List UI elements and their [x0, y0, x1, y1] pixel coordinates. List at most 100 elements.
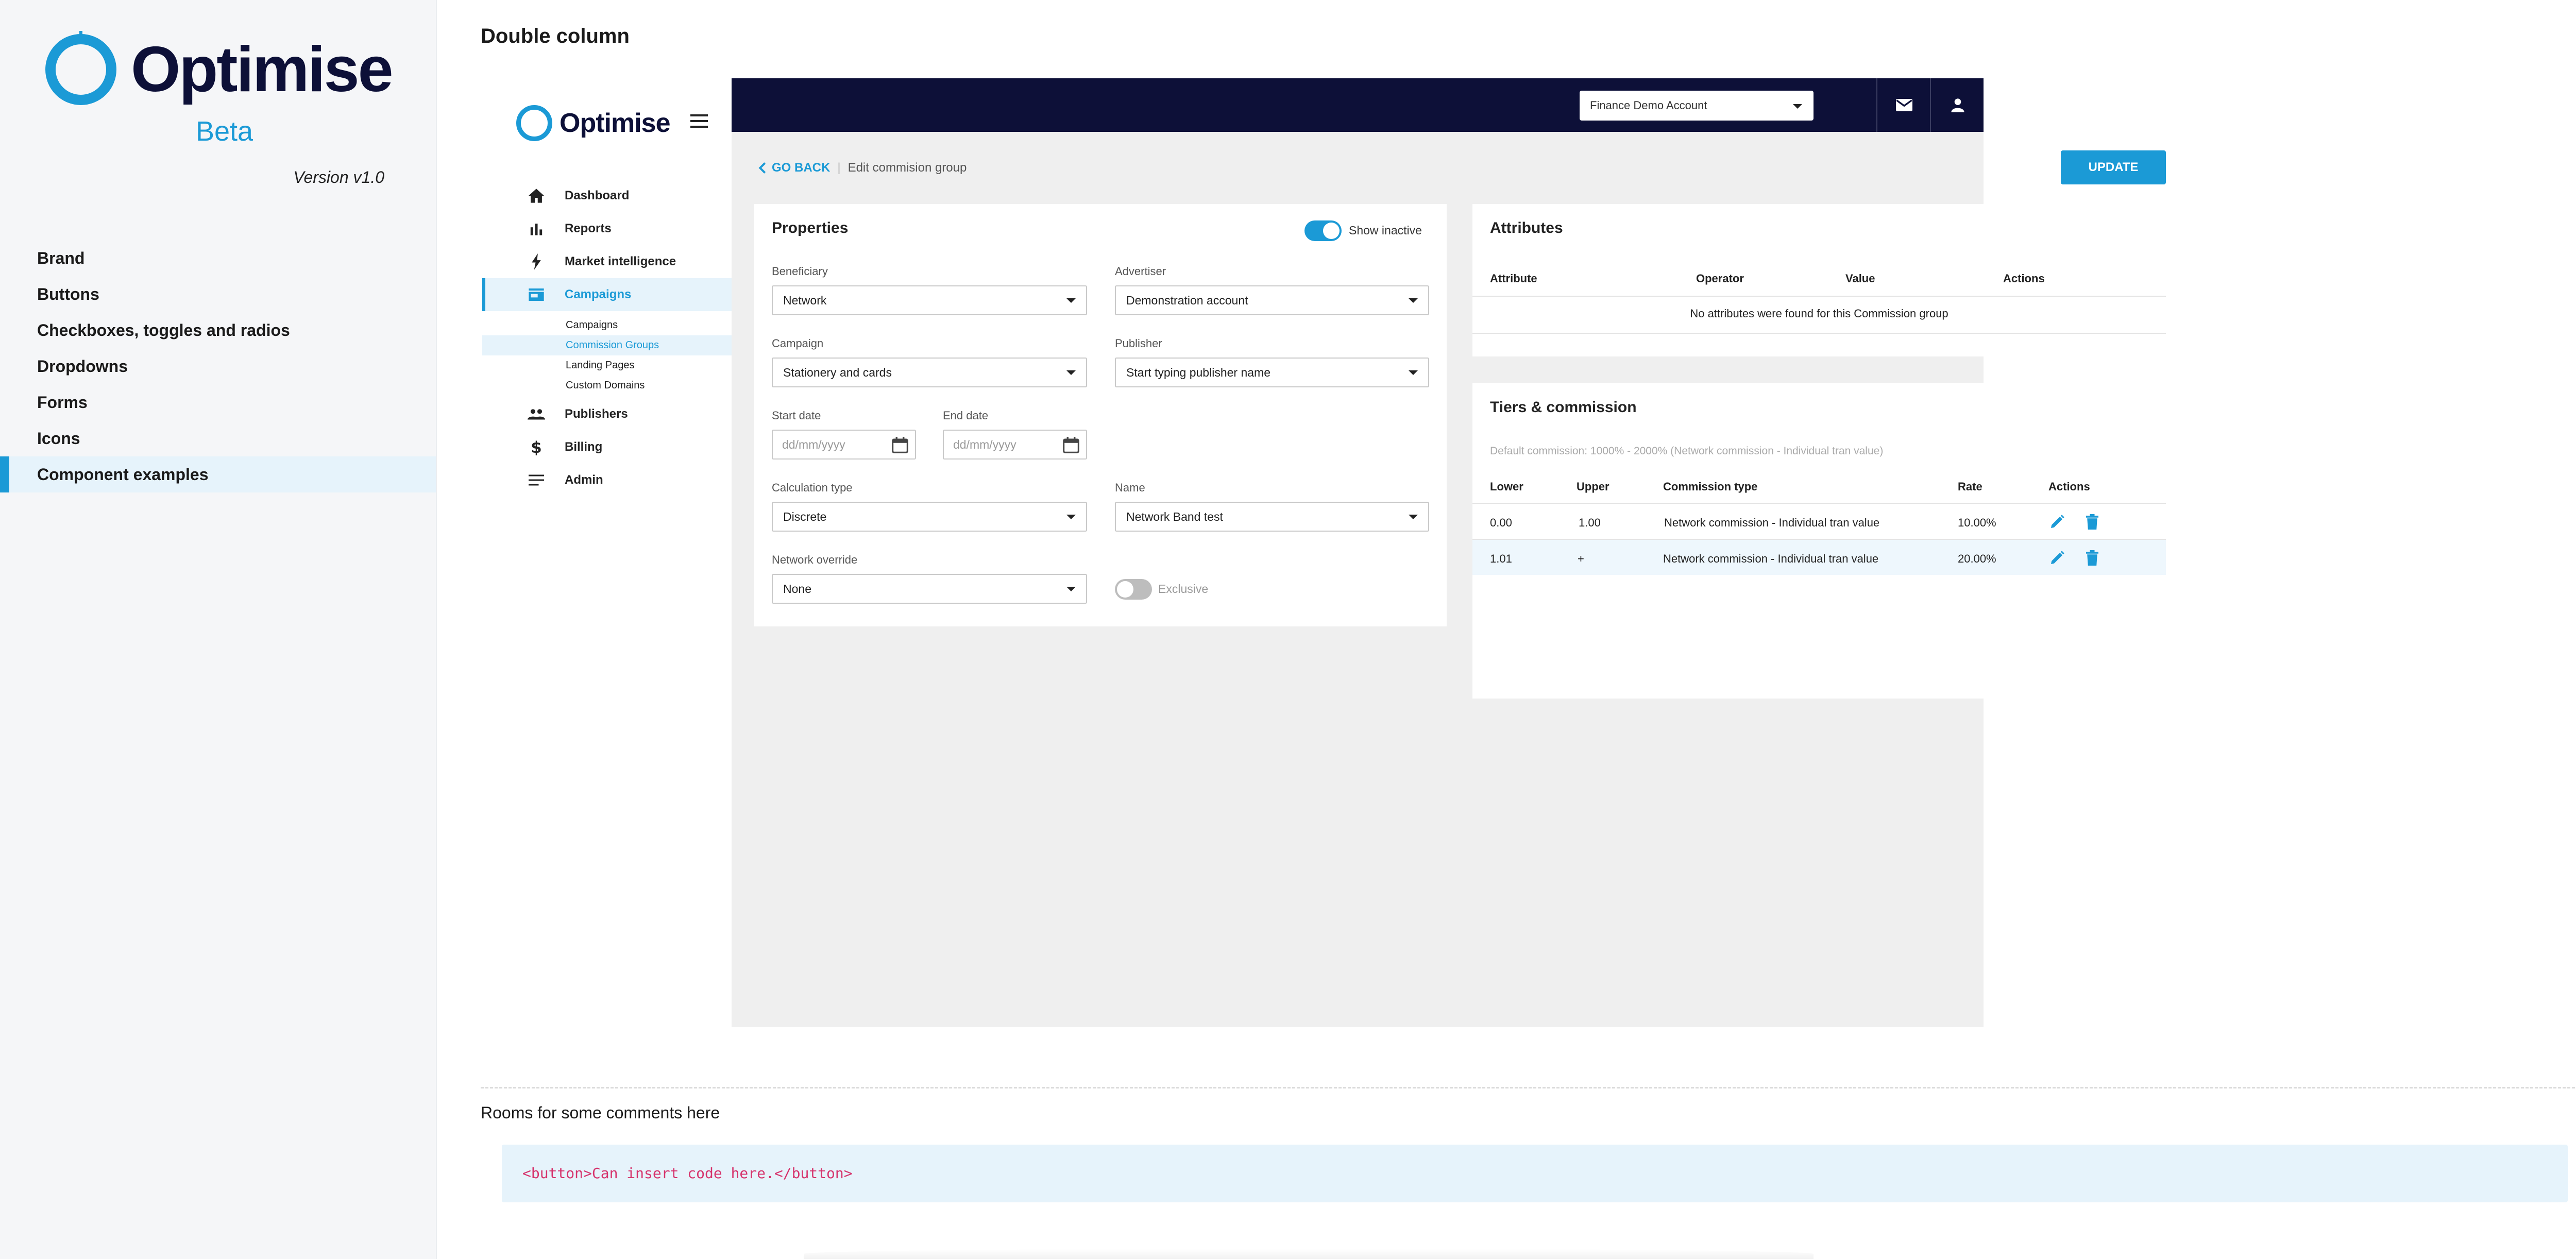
tier-upper: 1.00: [1579, 516, 1601, 529]
subnav-landing-pages[interactable]: Landing Pages: [482, 355, 732, 376]
properties-title: Properties: [772, 219, 849, 236]
edit-icon[interactable]: [2049, 514, 2065, 530]
version-label: Version v1.0: [293, 168, 384, 186]
home-icon: [528, 187, 545, 205]
end-date-input[interactable]: dd/mm/yyyy: [943, 430, 1087, 460]
advertiser-label: Advertiser: [1115, 265, 1166, 278]
nav-campaigns-label: Campaigns: [565, 287, 632, 301]
nav-reports[interactable]: Reports: [482, 212, 732, 245]
sg-nav-checkboxes[interactable]: Checkboxes, toggles and radios: [0, 312, 436, 348]
attributes-empty-message: No attributes were found for this Commis…: [1690, 307, 1948, 320]
tier-header-lower: Lower: [1490, 480, 1523, 493]
name-select[interactable]: Network Band test: [1115, 502, 1429, 532]
tier-header-rate: Rate: [1958, 480, 1982, 493]
sg-nav-icons[interactable]: Icons: [0, 420, 436, 456]
table-row: 1.01 + Network commission - Individual t…: [1472, 540, 2166, 575]
nav-billing[interactable]: $ Billing: [482, 431, 732, 464]
styleguide-logo: Optimise: [45, 34, 394, 105]
styleguide-logo-text: Optimise: [131, 34, 394, 105]
publisher-label: Publisher: [1115, 337, 1162, 350]
sg-nav-buttons[interactable]: Buttons: [0, 276, 436, 312]
end-date-label: End date: [943, 409, 989, 422]
account-select[interactable]: Finance Demo Account: [1580, 91, 1814, 121]
app-nav: Dashboard Reports Market intelligence Ca…: [482, 179, 732, 497]
subnav-custom-domains[interactable]: Custom Domains: [482, 376, 732, 396]
subnav-commission-groups[interactable]: Commission Groups: [482, 335, 732, 355]
chevron-down-icon: [1409, 370, 1418, 375]
start-date-input[interactable]: dd/mm/yyyy: [772, 430, 916, 460]
hamburger-menu-icon[interactable]: [690, 114, 708, 130]
calculation-type-select[interactable]: Discrete: [772, 502, 1087, 532]
app-sidebar: Optimise Dashboard Reports Market intell…: [482, 78, 732, 1027]
show-inactive-toggle[interactable]: [1304, 220, 1342, 241]
content-area: GO BACK | Edit commision group UPDATE Pr…: [732, 132, 2166, 1027]
campaign-label: Campaign: [772, 337, 824, 350]
comment-text: Rooms for some comments here: [481, 1103, 720, 1122]
mail-button[interactable]: [1876, 78, 1931, 132]
logo-ring-icon: [45, 34, 116, 105]
tier-header-actions: Actions: [2048, 480, 2090, 493]
app-logo-text: Optimise: [560, 108, 670, 138]
beneficiary-select[interactable]: Network: [772, 285, 1087, 315]
bolt-icon: [528, 253, 545, 270]
attr-header-actions: Actions: [2003, 272, 2045, 285]
tier-header-upper: Upper: [1577, 480, 1609, 493]
store-icon: [528, 286, 545, 303]
delete-icon[interactable]: [2086, 514, 2099, 530]
campaign-value: Stationery and cards: [783, 366, 892, 379]
default-commission-note: Default commission: 1000% - 2000% (Netwo…: [1490, 445, 1884, 457]
tier-commission-type: Network commission - Individual tran val…: [1663, 552, 1879, 565]
update-button[interactable]: UPDATE: [2061, 150, 2166, 184]
campaign-select[interactable]: Stationery and cards: [772, 358, 1087, 387]
divider: [1472, 296, 2166, 297]
beneficiary-label: Beneficiary: [772, 265, 828, 278]
sg-nav-dropdowns[interactable]: Dropdowns: [0, 348, 436, 384]
nav-admin[interactable]: Admin: [482, 464, 732, 497]
network-override-label: Network override: [772, 553, 858, 566]
nav-reports-label: Reports: [565, 222, 612, 235]
subnav-campaigns[interactable]: Campaigns: [482, 315, 732, 335]
name-label: Name: [1115, 481, 1145, 494]
publisher-select[interactable]: Start typing publisher name: [1115, 358, 1429, 387]
tier-lower: 0.00: [1490, 516, 1512, 529]
advertiser-select[interactable]: Demonstration account: [1115, 285, 1429, 315]
account-select-value: Finance Demo Account: [1590, 99, 1707, 112]
nav-dashboard[interactable]: Dashboard: [482, 179, 732, 212]
tier-header-commission-type: Commission type: [1663, 480, 1758, 493]
calculation-type-value: Discrete: [783, 510, 827, 523]
code-sample: <button>Can insert code here.</button>: [502, 1145, 2568, 1202]
nav-market-intelligence[interactable]: Market intelligence: [482, 245, 732, 278]
publisher-placeholder: Start typing publisher name: [1126, 366, 1270, 379]
app-logo-ring-icon: [516, 105, 552, 141]
bar-chart-icon: [528, 220, 545, 237]
advertiser-value: Demonstration account: [1126, 294, 1248, 307]
calendar-icon: [892, 437, 908, 453]
mail-icon: [1896, 99, 1912, 111]
dollar-icon: $: [528, 438, 545, 456]
svg-text:$: $: [531, 438, 541, 456]
tier-lower: 1.01: [1490, 552, 1512, 565]
calculation-type-label: Calculation type: [772, 481, 853, 494]
demo-app: Optimise Dashboard Reports Market intell…: [482, 78, 2166, 1027]
section-divider: [481, 1087, 2576, 1088]
tiers-card: Tiers & commission Default commission: 1…: [1472, 383, 2166, 699]
chevron-left-icon: [758, 162, 766, 174]
sg-nav-component-examples[interactable]: Component examples: [0, 456, 436, 492]
go-back-link[interactable]: GO BACK: [758, 161, 830, 175]
delete-icon[interactable]: [2086, 550, 2099, 566]
breadcrumb-current: Edit commision group: [848, 161, 967, 175]
divider: [1472, 333, 2166, 334]
chevron-down-icon: [1066, 587, 1076, 591]
styleguide-nav: Brand Buttons Checkboxes, toggles and ra…: [0, 240, 436, 492]
network-override-select[interactable]: None: [772, 574, 1087, 604]
nav-campaigns[interactable]: Campaigns: [482, 278, 732, 311]
properties-card: Properties Show inactive Beneficiary Net…: [754, 204, 1447, 626]
exclusive-toggle[interactable]: [1115, 579, 1152, 600]
user-button[interactable]: [1930, 78, 1985, 132]
sg-nav-forms[interactable]: Forms: [0, 384, 436, 420]
breadcrumb: GO BACK | Edit commision group: [758, 161, 967, 175]
nav-publishers[interactable]: Publishers: [482, 398, 732, 431]
lines-icon: [528, 471, 545, 489]
edit-icon[interactable]: [2049, 550, 2065, 566]
sg-nav-brand[interactable]: Brand: [0, 240, 436, 276]
